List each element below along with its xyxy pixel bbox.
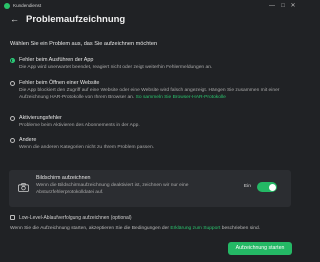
consent-text: Wenn Sie die Aufzeichnung starten, akzep… — [10, 226, 260, 231]
close-button[interactable]: ✕ — [289, 2, 297, 10]
app-logo-icon — [4, 3, 10, 9]
option-other[interactable]: Andere Wenn die anderen Kategorien nicht… — [10, 137, 292, 155]
radio-button[interactable] — [10, 115, 15, 121]
option-description: Probleme beim Aktivieren des Abonnements… — [19, 123, 140, 128]
screen-recording-toggle[interactable] — [257, 182, 277, 192]
screen-recording-title: Bildschirm aufzeichnen — [36, 175, 91, 181]
support-statement-link[interactable]: Erklärung zum Support — [170, 226, 220, 231]
consent-text-before: Wenn Sie die Aufzeichnung starten, akzep… — [10, 226, 169, 231]
minimize-button[interactable]: — — [268, 2, 276, 10]
screen-recording-description: Wenn die Bildschirmaufzeichnung deaktivi… — [36, 183, 189, 195]
option-label: Fehler beim Öffnen einer Website — [19, 80, 100, 86]
option-description: Die App wird unerwartet beendet, reagier… — [19, 65, 213, 70]
camera-icon — [18, 183, 29, 192]
title-bar: Kundendienst — □ ✕ — [0, 0, 300, 12]
start-recording-button[interactable]: Aufzeichnung starten — [228, 242, 292, 255]
har-logs-link[interactable]: So sammeln Sie Browser-HAR-Protokolle — [136, 95, 226, 100]
radio-button[interactable] — [10, 80, 15, 86]
option-description: Wenn die anderen Kategorien nicht zu Ihr… — [19, 145, 155, 150]
back-arrow-icon[interactable]: ← — [10, 14, 20, 24]
option-activation-error[interactable]: Aktivierungsfehler Probleme beim Aktivie… — [10, 115, 292, 133]
consent-text-after: beschrieben sind. — [221, 226, 261, 231]
option-label: Andere — [19, 137, 37, 143]
section-title: Wählen Sie ein Problem aus, das Sie aufz… — [10, 41, 158, 47]
radio-button[interactable] — [10, 137, 15, 143]
maximize-button[interactable]: □ — [279, 2, 287, 10]
toggle-state-label: Ein — [243, 184, 251, 189]
option-website-error[interactable]: Fehler beim Öffnen einer Website Die App… — [10, 80, 292, 112]
screen-recording-card: Bildschirm aufzeichnen Wenn die Bildschi… — [9, 170, 291, 207]
radio-button[interactable] — [10, 57, 15, 63]
option-label: Aktivierungsfehler — [19, 115, 62, 121]
app-name: Kundendienst — [13, 3, 42, 8]
option-app-error[interactable]: Fehler beim Ausführen der App Die App wi… — [10, 57, 292, 77]
low-level-tracing-label: Low-Level-Ablaufverfolgung aufzeichnen (… — [19, 215, 132, 221]
option-label: Fehler beim Ausführen der App — [19, 57, 94, 63]
option-description: Die App blockiert den Zugriff auf eine W… — [19, 88, 292, 101]
low-level-tracing-checkbox[interactable] — [10, 215, 15, 220]
page-title: Problemaufzeichnung — [26, 14, 126, 25]
